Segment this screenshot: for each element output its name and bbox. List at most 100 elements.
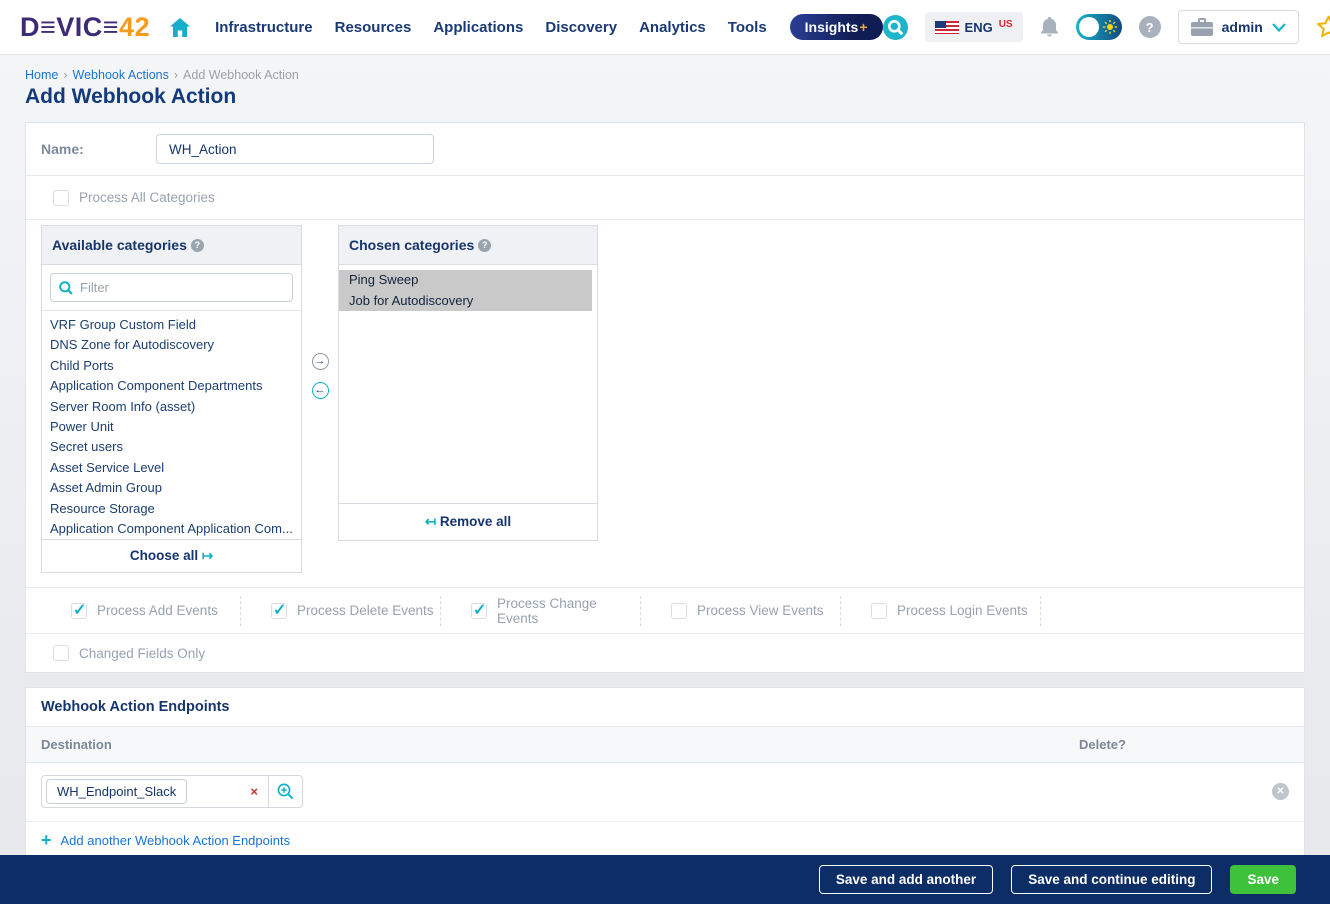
destination-column-header: Destination <box>41 737 1079 752</box>
chosen-categories-header: Chosen categories ? <box>339 226 597 265</box>
nav-menu-item[interactable]: Tools <box>728 19 767 36</box>
add-endpoint-link[interactable]: Add another Webhook Action Endpoints <box>61 833 291 848</box>
home-icon[interactable] <box>170 18 190 37</box>
insights-button[interactable]: Insights+ <box>790 14 883 40</box>
event-checkbox[interactable] <box>871 603 887 619</box>
process-all-categories-checkbox[interactable] <box>53 190 69 206</box>
clear-endpoint-icon[interactable]: × <box>250 784 258 799</box>
plus-icon: + <box>41 834 52 847</box>
changed-fields-label: Changed Fields Only <box>79 646 205 661</box>
breadcrumb-separator: › <box>174 68 178 82</box>
breadcrumb-section-link[interactable]: Webhook Actions <box>73 68 169 82</box>
breadcrumb-current: Add Webhook Action <box>183 68 299 82</box>
endpoint-row: WH_Endpoint_Slack × ✕ <box>26 763 1304 822</box>
us-flag-icon <box>935 21 959 34</box>
process-events-row: Process Add Events Process Delete Events… <box>26 588 1304 634</box>
theme-toggle[interactable] <box>1076 14 1122 40</box>
username-label: admin <box>1222 19 1263 35</box>
changed-fields-checkbox[interactable] <box>53 645 69 661</box>
device42-logo[interactable]: D≡VIC≡42 <box>20 12 150 43</box>
nav-menu-item[interactable]: Discovery <box>545 19 617 36</box>
help-question-icon[interactable]: ? <box>478 239 491 252</box>
filter-input[interactable] <box>80 280 284 295</box>
delete-row-icon[interactable]: ✕ <box>1272 783 1289 800</box>
nav-menu-item[interactable]: Analytics <box>639 19 706 36</box>
filter-search-icon <box>59 281 73 295</box>
nav-menu-item[interactable]: Applications <box>433 19 523 36</box>
notifications-bell-icon[interactable] <box>1040 17 1059 38</box>
available-categories-title: Available categories <box>52 237 187 253</box>
move-right-icon[interactable]: → <box>312 353 329 370</box>
toggle-knob <box>1079 17 1099 37</box>
favorite-star-icon[interactable] <box>1316 15 1330 39</box>
event-cell: Process Login Events <box>841 596 1041 626</box>
available-categories-list: VRF Group Custom FieldDNS Zone for Autod… <box>42 310 301 539</box>
event-label: Process View Events <box>697 603 824 618</box>
help-icon[interactable]: ? <box>1139 16 1161 38</box>
remove-all-arrow-icon: ↤ <box>425 514 436 529</box>
help-question-icon[interactable]: ? <box>191 239 204 252</box>
main-nav: Infrastructure Resources Applications Disco… <box>204 19 778 36</box>
choose-all-button[interactable]: Choose all ↦ <box>42 539 301 572</box>
language-selector[interactable]: ENG US <box>925 12 1023 42</box>
available-categories-panel: Available categories ? VRF Group Custom … <box>41 225 302 573</box>
available-category-item[interactable]: Resource Storage <box>42 499 301 519</box>
event-checkbox[interactable] <box>671 603 687 619</box>
changed-fields-row: Changed Fields Only <box>26 634 1304 672</box>
event-checkbox[interactable] <box>71 603 87 619</box>
available-category-item[interactable]: Asset Admin Group <box>42 478 301 498</box>
breadcrumb: Home›Webhook Actions›Add Webhook Action <box>0 55 1330 82</box>
event-label: Process Add Events <box>97 603 218 618</box>
remove-all-button[interactable]: ↤ Remove all <box>339 503 597 540</box>
chevron-down-icon <box>1272 23 1286 32</box>
chosen-category-item[interactable]: Ping Sweep <box>339 270 592 291</box>
insights-label: Insights <box>805 19 859 35</box>
save-and-add-another-button[interactable]: Save and add another <box>819 865 993 894</box>
choose-all-label: Choose all <box>130 548 198 563</box>
process-all-categories-label: Process All Categories <box>79 190 215 205</box>
event-label: Process Login Events <box>897 603 1028 618</box>
user-menu[interactable]: admin <box>1178 10 1299 44</box>
available-category-item[interactable]: Secret users <box>42 437 301 457</box>
event-checkbox[interactable] <box>271 603 287 619</box>
categories-area: Available categories ? VRF Group Custom … <box>26 220 1304 588</box>
process-all-categories-row: Process All Categories <box>26 176 1304 220</box>
save-footer-bar: Save and add another Save and continue e… <box>0 855 1330 904</box>
logo-part: VIC <box>56 12 103 42</box>
available-category-item[interactable]: Server Room Info (asset) <box>42 397 301 417</box>
chosen-categories-title: Chosen categories <box>349 237 474 253</box>
nav-menu-item[interactable]: Resources <box>335 19 412 36</box>
available-category-item[interactable]: VRF Group Custom Field <box>42 315 301 335</box>
available-category-item[interactable]: Asset Service Level <box>42 458 301 478</box>
available-category-item[interactable]: Application Component Application Com... <box>42 519 301 539</box>
name-input[interactable] <box>156 134 434 164</box>
logo-part: D <box>20 12 40 42</box>
save-and-continue-editing-button[interactable]: Save and continue editing <box>1011 865 1212 894</box>
event-label: Process Change Events <box>497 596 640 626</box>
event-cell: Process Add Events <box>41 596 241 626</box>
event-checkbox[interactable] <box>471 603 487 619</box>
breadcrumb-home-link[interactable]: Home <box>25 68 58 82</box>
available-category-item[interactable]: Application Component Departments <box>42 376 301 396</box>
top-navbar: D≡VIC≡42 InfrastructureResourcesApplicat… <box>0 0 1330 55</box>
move-left-icon[interactable]: ← <box>312 382 329 399</box>
chosen-categories-list: Ping SweepJob for Autodiscovery <box>339 265 597 503</box>
save-button[interactable]: Save <box>1230 865 1296 894</box>
name-label: Name: <box>41 141 156 157</box>
endpoints-section-title: Webhook Action Endpoints <box>26 688 1304 727</box>
endpoint-chip[interactable]: WH_Endpoint_Slack <box>46 779 187 804</box>
name-row: Name: <box>26 123 1304 176</box>
available-category-item[interactable]: Child Ports <box>42 356 301 376</box>
event-label: Process Delete Events <box>297 603 434 618</box>
logo-part: ≡ <box>103 12 119 42</box>
nav-menu-item[interactable]: Infrastructure <box>215 19 313 36</box>
filter-box <box>50 273 293 302</box>
available-category-item[interactable]: Power Unit <box>42 417 301 437</box>
chosen-category-item[interactable]: Job for Autodiscovery <box>339 291 592 312</box>
lookup-magnifier-icon[interactable] <box>268 776 302 807</box>
filter-wrap <box>42 265 301 310</box>
available-category-item[interactable]: DNS Zone for Autodiscovery <box>42 335 301 355</box>
sun-icon <box>1103 20 1117 39</box>
search-icon[interactable] <box>883 15 908 40</box>
page-title: Add Webhook Action <box>25 85 1330 109</box>
